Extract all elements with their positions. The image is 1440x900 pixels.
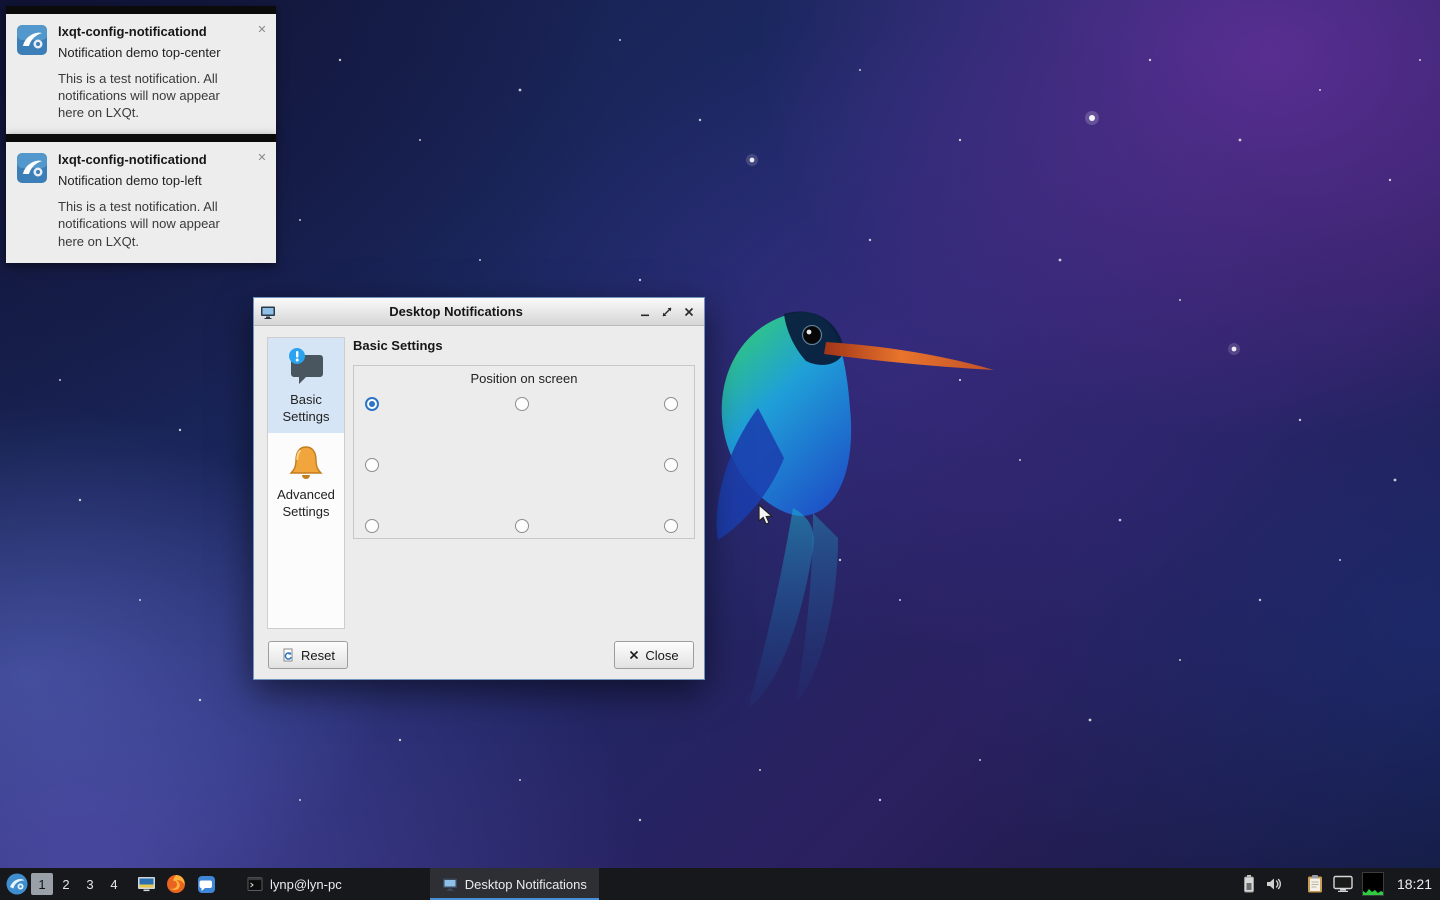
- close-dialog-button[interactable]: Close: [614, 641, 694, 669]
- titlebar[interactable]: Desktop Notifications: [254, 298, 704, 326]
- workspace-label: 3: [86, 877, 93, 892]
- notification-summary: Notification demo top-left: [58, 173, 240, 190]
- window-title: Desktop Notifications: [280, 304, 632, 319]
- radio-bottom-center[interactable]: [515, 519, 529, 533]
- firefox-icon[interactable]: [164, 872, 188, 896]
- cpu-monitor-graph[interactable]: [1362, 872, 1384, 896]
- radio-top-left[interactable]: [365, 397, 379, 411]
- battery-icon[interactable]: [1242, 874, 1256, 894]
- reset-button[interactable]: Reset: [268, 641, 348, 669]
- clock[interactable]: 18:21: [1397, 876, 1432, 892]
- chat-icon[interactable]: [194, 872, 218, 896]
- notification-body: This is a test notification. All notific…: [58, 70, 240, 121]
- sidebar-item-label: Advanced Settings: [270, 487, 342, 520]
- close-button[interactable]: [680, 303, 698, 321]
- desktop-launcher-icon[interactable]: [134, 872, 158, 896]
- radio-top-center[interactable]: [515, 397, 529, 411]
- task-button-desktop-notifications[interactable]: Desktop Notifications: [430, 868, 599, 900]
- workspace-label: 1: [38, 877, 45, 892]
- radio-middle-left[interactable]: [365, 458, 379, 472]
- lxqt-menu-button[interactable]: [4, 871, 30, 897]
- window-icon: [260, 304, 276, 320]
- lxqt-logo-icon: [5, 872, 29, 896]
- basic-settings-icon: [285, 347, 327, 389]
- task-button-terminal[interactable]: lynp@lyn-pc: [235, 868, 354, 900]
- sidebar-item-advanced-settings[interactable]: Advanced Settings: [268, 433, 344, 528]
- position-groupbox: Position on screen: [353, 365, 695, 539]
- task-label: lynp@lyn-pc: [270, 877, 342, 892]
- display-icon[interactable]: [1333, 875, 1353, 893]
- system-tray: 18:21: [1242, 872, 1434, 896]
- maximize-button[interactable]: [658, 303, 676, 321]
- workspace-label: 2: [62, 877, 69, 892]
- clipboard-icon[interactable]: [1306, 874, 1324, 894]
- workspace-button-4[interactable]: 4: [103, 873, 125, 895]
- volume-icon[interactable]: [1265, 875, 1283, 893]
- notification-close-icon[interactable]: ✕: [255, 23, 269, 37]
- notification-summary: Notification demo top-center: [58, 45, 240, 62]
- radio-top-right[interactable]: [664, 397, 678, 411]
- close-icon: [629, 650, 639, 660]
- notification-top-center: lxqt-config-notificationd Notification d…: [6, 6, 276, 134]
- minimize-button[interactable]: [636, 303, 654, 321]
- workspace-button-2[interactable]: 2: [55, 873, 77, 895]
- window-icon: [442, 876, 458, 892]
- radio-bottom-right[interactable]: [664, 519, 678, 533]
- sidebar-item-label: Basic Settings: [270, 392, 342, 425]
- notification-app-name: lxqt-config-notificationd: [58, 24, 240, 39]
- terminal-icon: [247, 876, 263, 892]
- radio-bottom-left[interactable]: [365, 519, 379, 533]
- desktop-notifications-window: Desktop Notifications Basic Settings: [253, 297, 705, 680]
- taskbar: 1 2 3 4 lynp@lyn-pc: [0, 868, 1440, 900]
- notification-close-icon[interactable]: ✕: [255, 151, 269, 165]
- lxqt-config-icon: [16, 152, 48, 184]
- lxqt-config-icon: [16, 24, 48, 56]
- close-button-label: Close: [645, 648, 678, 663]
- task-label: Desktop Notifications: [465, 877, 587, 892]
- workspace-label: 4: [110, 877, 117, 892]
- page-heading: Basic Settings: [353, 338, 443, 353]
- radio-middle-right[interactable]: [664, 458, 678, 472]
- notification-app-name: lxqt-config-notificationd: [58, 152, 240, 167]
- workspace-button-3[interactable]: 3: [79, 873, 101, 895]
- reset-icon: [281, 648, 295, 662]
- notification-stack: lxqt-config-notificationd Notification d…: [6, 6, 276, 263]
- settings-sidebar: Basic Settings Advanced Settings: [267, 337, 345, 629]
- notification-body: This is a test notification. All notific…: [58, 198, 240, 249]
- reset-button-label: Reset: [301, 648, 335, 663]
- groupbox-label: Position on screen: [354, 371, 694, 386]
- advanced-settings-icon: [285, 442, 327, 484]
- sidebar-item-basic-settings[interactable]: Basic Settings: [268, 338, 344, 433]
- workspace-button-1[interactable]: 1: [31, 873, 53, 895]
- notification-top-left: lxqt-config-notificationd Notification d…: [6, 134, 276, 262]
